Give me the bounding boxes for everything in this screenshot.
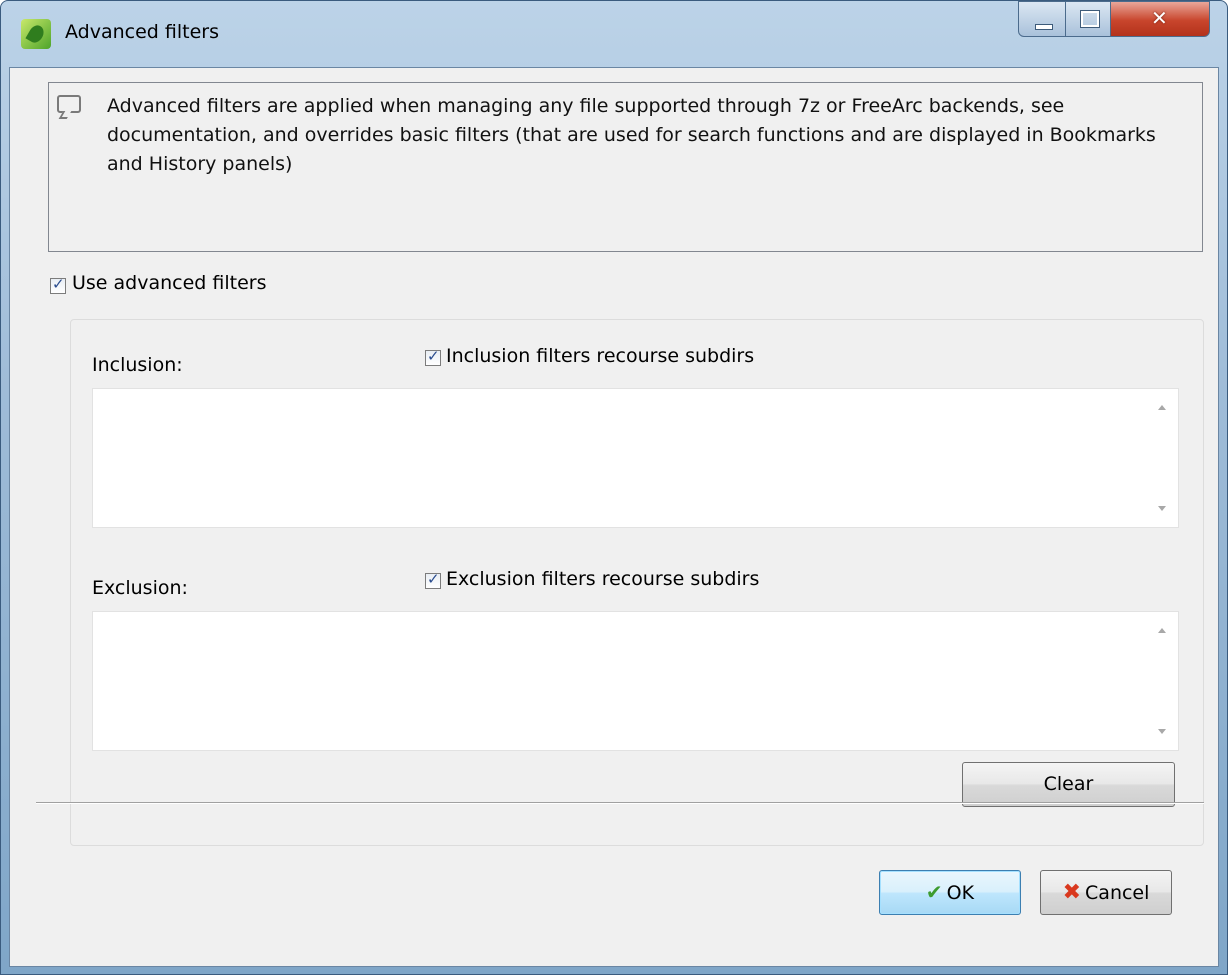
exclusion-recourse-checkbox[interactable] [425, 570, 441, 589]
ok-label: OK [946, 882, 975, 904]
scroll-up-arrow-icon[interactable] [1158, 405, 1166, 410]
app-leaf-icon [21, 19, 51, 49]
maximize-button[interactable] [1065, 1, 1111, 37]
exclusion-filters-textarea[interactable] [92, 611, 1179, 751]
cancel-button[interactable]: ✖ Cancel [1040, 870, 1172, 915]
scroll-down-arrow-icon[interactable] [1158, 506, 1166, 511]
maximize-icon [1080, 10, 1100, 28]
ok-button[interactable]: ✔ OK [879, 870, 1021, 915]
use-advanced-filters-checkbox[interactable] [50, 275, 66, 294]
speech-bubble-icon [57, 95, 81, 113]
inclusion-scrollbar[interactable] [1148, 389, 1178, 527]
title-bar[interactable]: Advanced filters ✕ [1, 1, 1227, 67]
clear-button[interactable]: Clear [962, 762, 1175, 807]
inclusion-recourse-checkbox[interactable] [425, 347, 441, 366]
inclusion-filters-textarea[interactable] [92, 388, 1179, 528]
minimize-button[interactable] [1018, 1, 1066, 37]
info-text: Advanced filters are applied when managi… [107, 95, 1156, 175]
use-advanced-filters-label[interactable]: Use advanced filters [72, 272, 267, 294]
close-button[interactable]: ✕ [1110, 1, 1210, 37]
exclusion-recourse-label[interactable]: Exclusion filters recourse subdirs [446, 568, 759, 590]
footer-separator [36, 802, 1204, 804]
minimize-icon [1035, 24, 1053, 30]
window-title: Advanced filters [65, 21, 219, 43]
exclusion-scrollbar[interactable] [1148, 612, 1178, 750]
scroll-down-arrow-icon[interactable] [1158, 729, 1166, 734]
inclusion-label: Inclusion: [92, 354, 183, 376]
close-icon: ✕ [1151, 6, 1168, 30]
checkmark-icon: ✔ [925, 880, 943, 904]
dialog-client-area: Advanced filters are applied when managi… [9, 67, 1219, 967]
scroll-up-arrow-icon[interactable] [1158, 628, 1166, 633]
inclusion-recourse-label[interactable]: Inclusion filters recourse subdirs [446, 345, 754, 367]
red-x-icon: ✖ [1062, 880, 1082, 905]
advanced-filters-window: Advanced filters ✕ Advanced filters are … [0, 0, 1228, 975]
cancel-label: Cancel [1085, 882, 1150, 904]
info-panel: Advanced filters are applied when managi… [48, 82, 1203, 252]
exclusion-label: Exclusion: [92, 577, 188, 599]
